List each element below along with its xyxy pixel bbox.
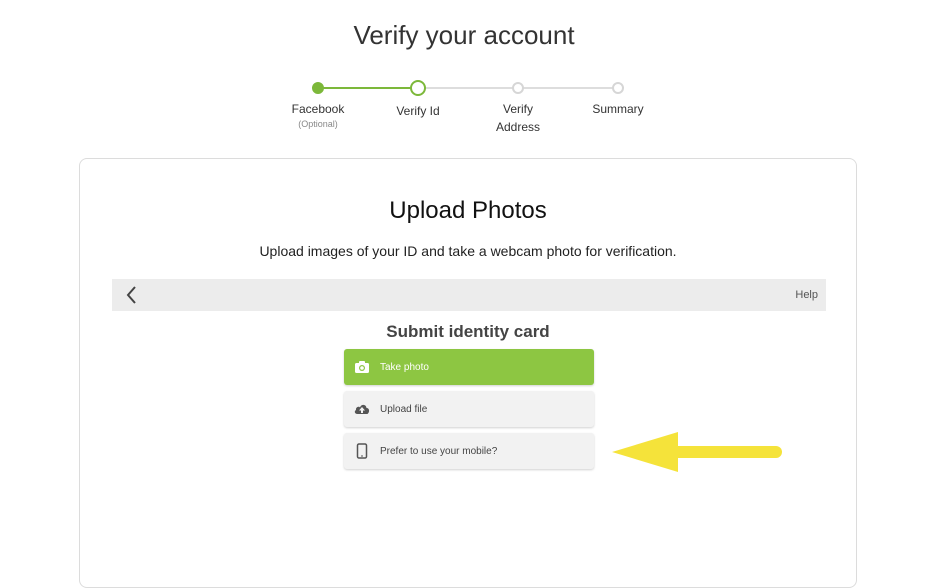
step-label: Verify Address — [495, 102, 541, 134]
widget-toolbar: Help — [112, 279, 826, 311]
upload-file-label: Upload file — [380, 403, 428, 415]
submit-identity-title: Submit identity card — [386, 322, 550, 341]
step-label: Verify Id — [396, 104, 440, 118]
step-dot-pending — [612, 82, 624, 94]
progress-stepper: Facebook (Optional) Verify Id Verify Add… — [0, 78, 928, 138]
chevron-left-icon — [126, 286, 136, 304]
upload-file-button[interactable]: Upload file — [344, 391, 594, 427]
upload-card: Upload Photos Upload images of your ID a… — [79, 158, 857, 588]
use-mobile-button[interactable]: Prefer to use your mobile? — [344, 433, 594, 469]
step-verify-address[interactable]: Verify Address — [468, 78, 568, 136]
step-facebook[interactable]: Facebook (Optional) — [268, 78, 368, 130]
card-description: Upload images of your ID and take a webc… — [259, 243, 677, 259]
step-sublabel: (Optional) — [298, 119, 338, 129]
cloud-upload-icon — [344, 391, 380, 427]
step-summary[interactable]: Summary — [568, 78, 668, 118]
annotation-arrow-icon — [612, 432, 782, 472]
step-dot-pending — [512, 82, 524, 94]
step-verify-id[interactable]: Verify Id — [368, 78, 468, 120]
step-label: Facebook — [291, 102, 345, 116]
camera-icon — [344, 349, 380, 385]
mobile-phone-icon — [344, 433, 380, 469]
step-dot-complete — [312, 82, 324, 94]
page-title: Verify your account — [353, 20, 575, 50]
step-label: Summary — [592, 102, 644, 116]
help-link[interactable]: Help — [795, 289, 818, 301]
take-photo-button[interactable]: Take photo — [344, 349, 594, 385]
step-dot-current — [410, 80, 426, 96]
take-photo-label: Take photo — [380, 361, 429, 373]
back-button[interactable] — [120, 283, 144, 307]
use-mobile-label: Prefer to use your mobile? — [380, 445, 498, 457]
card-title: Upload Photos — [389, 197, 547, 224]
